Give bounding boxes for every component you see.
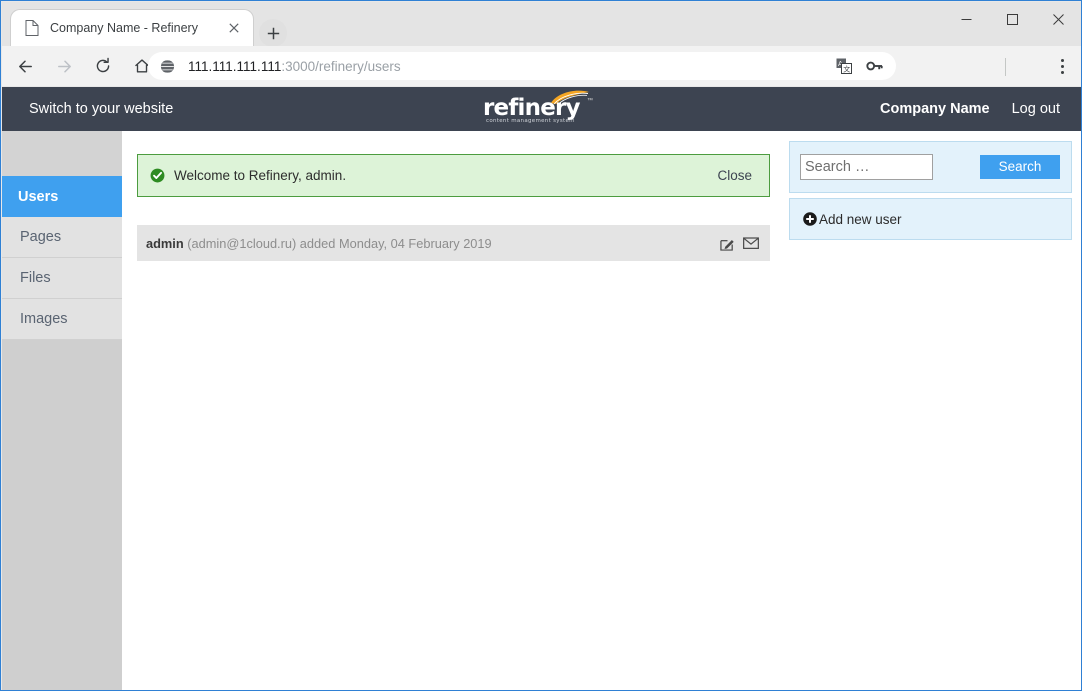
tab-close-icon[interactable] [223,17,245,39]
user-details: (admin@1cloud.ru) added Monday, 04 Febru… [184,236,492,251]
sidebar: Users Pages Files Images [2,131,122,691]
sidebar-top-spacer [2,131,122,176]
reload-icon[interactable] [87,50,119,82]
search-button[interactable]: Search [980,155,1060,179]
address-bar-actions: A 文 [826,54,886,78]
plus-circle-icon [803,212,817,226]
table-row: admin (admin@1cloud.ru) added Monday, 04… [137,225,770,261]
refinery-top-bar: Switch to your website refinery ™ conten… [2,87,1082,131]
window-close-icon[interactable] [1035,3,1081,35]
check-circle-icon [150,168,165,183]
switch-to-website-link[interactable]: Switch to your website [29,87,173,131]
back-arrow-icon[interactable] [9,50,41,82]
svg-text:文: 文 [843,65,850,74]
sidebar-item-images[interactable]: Images [2,299,122,340]
address-bar-url: 111.111.111.111:3000/refinery/users [188,59,826,74]
toolbar-divider [1005,58,1006,76]
globe-icon [158,57,176,75]
key-icon[interactable] [862,54,886,78]
user-record-text: admin (admin@1cloud.ru) added Monday, 04… [146,236,719,251]
company-name-label: Company Name [880,101,990,117]
row-actions [719,235,759,251]
tab-strip: Company Name - Refinery [2,2,1082,46]
sidebar-bottom-spacer [2,341,122,691]
address-path: :3000/refinery/users [281,59,400,74]
three-dot-menu-icon[interactable] [1048,50,1076,82]
sidebar-item-label: Images [20,311,68,327]
page-viewport: Switch to your website refinery ™ conten… [2,87,1082,691]
logo-trademark: ™ [587,98,593,104]
minimize-icon[interactable] [943,3,989,35]
address-bar[interactable]: 111.111.111.111:3000/refinery/users A 文 [148,52,896,80]
browser-toolbar: 111.111.111.111:3000/refinery/users A 文 [2,46,1082,86]
user-name: admin [146,236,184,251]
main-content: Welcome to Refinery, admin. Close admin … [122,131,1082,691]
new-tab-button[interactable] [259,19,287,47]
sidebar-item-files[interactable]: Files [2,258,122,299]
browser-window: Company Name - Refinery [0,0,1082,691]
logo-subtitle: content management system [486,118,575,124]
translate-icon[interactable]: A 文 [832,54,856,78]
flash-notice-message: Welcome to Refinery, admin. [174,168,717,183]
refinery-top-bar-right: Company Name Log out [880,87,1060,131]
logout-link[interactable]: Log out [1012,101,1060,117]
sidebar-nav: Users Pages Files Images [2,176,122,340]
page-body: Users Pages Files Images [2,131,1082,691]
flash-notice: Welcome to Refinery, admin. Close [137,154,770,197]
window-controls [943,3,1081,35]
sidebar-item-label: Files [20,270,51,286]
refinery-logo: refinery ™ content management system [483,90,601,128]
search-panel: Search [789,141,1072,193]
edit-pencil-icon[interactable] [719,235,735,251]
envelope-icon[interactable] [743,235,759,251]
flash-notice-close-link[interactable]: Close [717,168,752,183]
forward-arrow-icon[interactable] [48,50,80,82]
add-new-user-panel[interactable]: Add new user [789,198,1072,240]
page-icon [24,20,40,36]
logo-wordmark: refinery [483,97,580,120]
search-input[interactable] [800,154,933,180]
browser-tab[interactable]: Company Name - Refinery [11,10,253,46]
tab-title: Company Name - Refinery [50,21,223,35]
address-host: 111.111.111.111 [188,59,281,74]
sidebar-item-users[interactable]: Users [2,176,122,217]
sidebar-item-label: Users [18,189,58,205]
add-new-user-link[interactable]: Add new user [819,212,902,227]
sidebar-item-pages[interactable]: Pages [2,217,122,258]
sidebar-item-label: Pages [20,229,61,245]
maximize-icon[interactable] [989,3,1035,35]
